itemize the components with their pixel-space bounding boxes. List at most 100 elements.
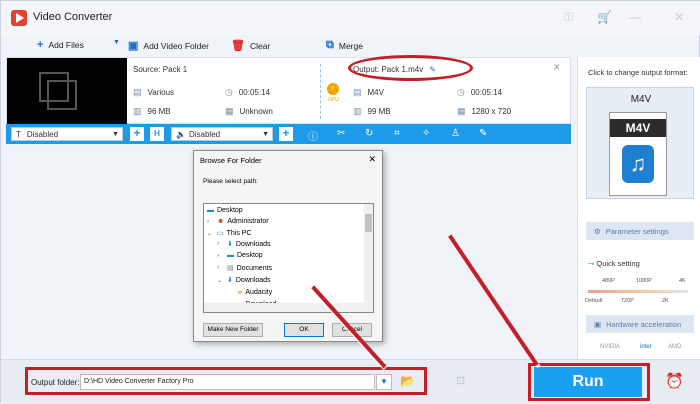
tree-item[interactable]: › ☻ Administrator <box>207 218 269 225</box>
video-format-icon: ▤ <box>133 87 142 97</box>
crop-icon[interactable]: ⌗ <box>394 128 400 139</box>
hardware-acceleration-button[interactable]: ▣ Hardware acceleration <box>586 315 694 333</box>
output-format-panel: Click to change output format: M4V M4V ♫… <box>577 57 700 359</box>
key-icon[interactable]: ⚿ <box>564 10 573 25</box>
clock-icon: ◷ <box>225 87 233 97</box>
quality-1080p-label: 1080P <box>636 278 652 284</box>
subtitle-edit-icon[interactable]: ✎ <box>479 128 487 139</box>
file-size-icon: ▥ <box>133 106 142 116</box>
download-icon: ⬇ <box>227 241 233 248</box>
subtitle-select[interactable]: T Disabled ▼ <box>11 127 123 141</box>
music-note-icon: ♫ <box>622 145 654 183</box>
alarm-clock-icon[interactable]: ⏰ <box>665 372 684 390</box>
tree-item[interactable]: ▰ Audacity <box>237 288 272 297</box>
chevron-down-icon: ⌄ <box>217 277 223 284</box>
add-files-button[interactable]: + Add Files <box>37 39 84 51</box>
cart-icon[interactable]: 🛒 <box>597 10 612 24</box>
chevron-down-icon: ▼ <box>262 130 269 138</box>
info-icon[interactable]: ⓘ <box>308 128 318 143</box>
src-size: ▥ 96 MB <box>133 106 171 116</box>
quick-setting-label: ⊸ Quick setting <box>588 259 640 268</box>
desktop-icon: ▬ <box>227 252 234 259</box>
annotation-oval <box>348 55 473 81</box>
gpu-label: GPU <box>328 97 339 103</box>
clock-icon: ◷ <box>457 87 465 97</box>
speaker-icon: 🔈 <box>176 129 186 139</box>
add-subtitle-button[interactable]: + <box>130 127 144 141</box>
nvidia-logo: NVIDIA <box>600 344 621 350</box>
intel-logo: intel <box>640 344 652 350</box>
amd-logo: AMD <box>668 344 682 350</box>
output-format-hint: Click to change output format: <box>588 68 688 77</box>
folder-plus-icon: ▣ <box>128 40 139 52</box>
remove-file-icon[interactable]: ✕ <box>553 62 561 73</box>
out-size: ▥ 99 MB <box>353 106 391 116</box>
gpu-icon: ⚡ <box>327 83 339 95</box>
chevron-down-icon: ▼ <box>113 39 120 46</box>
add-files-dropdown[interactable]: ▼ <box>113 39 120 46</box>
tree-item[interactable]: › ▬ Desktop <box>217 252 263 259</box>
watermark-icon[interactable]: ♙ <box>451 128 460 139</box>
source-name: Source: Pack 1 <box>133 65 188 74</box>
resolution-icon: ▦ <box>457 106 466 116</box>
clear-button[interactable]: 🗑 Clear <box>231 39 270 52</box>
browse-folder-dialog: Browse For Folder ✕ Please select path: … <box>193 150 383 342</box>
ok-button[interactable]: OK <box>284 323 324 337</box>
quality-slider[interactable] <box>588 290 688 293</box>
effects-wand-icon[interactable]: ✧ <box>422 128 430 139</box>
chevron-right-icon: › <box>217 241 219 247</box>
quality-default-label: Default <box>585 298 603 304</box>
annotation-run-box <box>528 363 650 401</box>
hardware-vendors: NVIDIA intel AMD <box>586 340 694 356</box>
text-icon: T <box>16 129 21 139</box>
parameter-settings-button[interactable]: ⚙ Parameter settings <box>586 222 694 240</box>
minimize-icon[interactable]: — <box>629 10 641 24</box>
folder-icon: ▰ <box>237 289 243 296</box>
tree-item[interactable]: ⌄ ▭ This PC <box>207 229 252 238</box>
file-row[interactable]: Source: Pack 1 ▤ Various ◷ 00:05:14 ▥ 96… <box>6 57 571 125</box>
tree-item[interactable]: › ▤ Documents <box>217 264 272 273</box>
scissors-icon[interactable]: ✂ <box>337 128 345 139</box>
subtitle-style-button[interactable]: H <box>150 127 164 141</box>
add-audio-button[interactable]: + <box>279 127 293 141</box>
out-resolution: ▦ 1280 x 720 <box>457 106 512 116</box>
merge-icon: ⧉ <box>326 39 334 51</box>
merge-button[interactable]: ⧉ Merge <box>326 39 363 52</box>
app-title: Video Converter <box>33 11 113 23</box>
chip-icon: ▣ <box>594 319 602 329</box>
rotate-icon[interactable]: ↻ <box>365 128 373 139</box>
close-window-icon[interactable]: ✕ <box>674 10 684 24</box>
add-video-folder-button[interactable]: ▣ Add Video Folder <box>128 39 209 52</box>
folder-tree[interactable]: ▬ Desktop › ☻ Administrator ⌄ ▭ This PC … <box>203 203 374 313</box>
title-bar: Video Converter ⚿ 🛒 — ✕ <box>1 1 700 35</box>
add-video-folder-label: Add Video Folder <box>143 40 209 51</box>
tree-vertical-scrollbar[interactable] <box>364 204 373 312</box>
slider-icon: ⊸ <box>588 259 595 268</box>
src-duration: ◷ 00:05:14 <box>225 87 270 97</box>
file-size-icon: ▥ <box>353 106 362 116</box>
video-format-icon: ▤ <box>353 87 362 97</box>
user-icon: ☻ <box>217 218 225 225</box>
tree-item[interactable]: › ⬇ Downloads <box>217 240 271 249</box>
tree-item[interactable]: ▬ Desktop <box>207 207 243 214</box>
make-new-folder-button[interactable]: Make New Folder <box>203 323 263 337</box>
chevron-down-icon: ▼ <box>112 130 119 138</box>
dialog-prompt: Please select path: <box>203 178 258 185</box>
output-format-selector[interactable]: M4V M4V ♫ <box>586 87 694 199</box>
tree-item[interactable]: ⌄ ⬇ Downloads <box>217 276 271 285</box>
audio-track-select[interactable]: 🔈 Disabled ▼ <box>171 127 273 141</box>
video-thumbnail[interactable] <box>7 58 127 125</box>
merge-label: Merge <box>338 40 363 51</box>
edit-bar: T Disabled ▼ + H 🔈 Disabled ▼ + ⓘ ✂ ↻ ⌗ … <box>6 124 571 144</box>
batch-icon[interactable]: ⊡ <box>456 374 465 387</box>
scroll-thumb[interactable] <box>365 214 372 232</box>
app-logo-icon <box>11 10 27 26</box>
trash-icon: 🗑 <box>231 40 245 52</box>
clear-label: Clear <box>249 40 271 51</box>
download-icon: ⬇ <box>227 277 233 284</box>
computer-icon: ▭ <box>217 230 224 237</box>
dialog-close-icon[interactable]: ✕ <box>368 154 376 165</box>
out-duration: ◷ 00:05:14 <box>457 87 502 97</box>
tree-horizontal-scrollbar[interactable] <box>204 303 364 312</box>
annotation-output-folder-box <box>25 367 427 395</box>
